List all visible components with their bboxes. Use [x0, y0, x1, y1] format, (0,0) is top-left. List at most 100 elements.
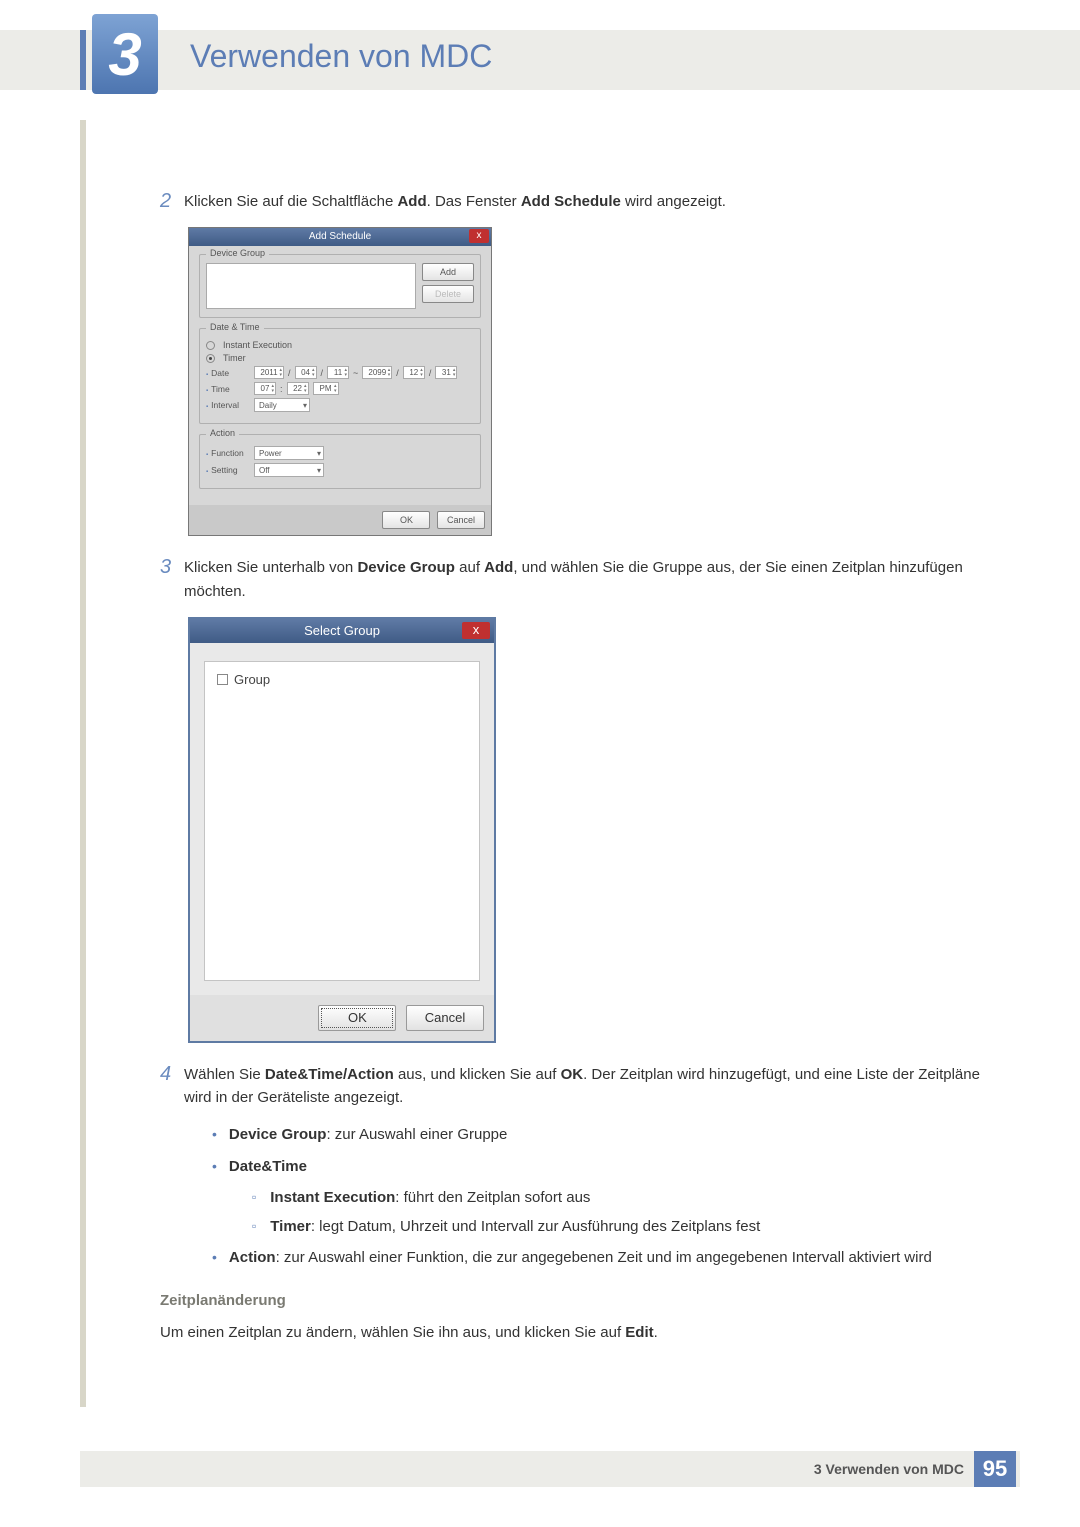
sep: /: [396, 368, 399, 378]
dialog-titlebar: Add Schedule x: [189, 228, 491, 246]
close-icon[interactable]: x: [469, 229, 489, 243]
text: Klicken Sie auf die Schaltfläche: [184, 193, 397, 210]
step-number: 4: [160, 1063, 184, 1110]
chapter-number-badge: 3: [92, 14, 158, 94]
device-group-panel: Device Group Add Delete: [199, 254, 481, 318]
time-label: Time: [206, 384, 250, 394]
header-accent: [80, 30, 86, 90]
text: aus, und klicken Sie auf: [394, 1066, 561, 1083]
colon: :: [280, 384, 283, 394]
date-to-month[interactable]: 12: [403, 366, 425, 379]
bold: Date&Time/Action: [265, 1066, 394, 1083]
interval-select[interactable]: Daily: [254, 398, 310, 412]
date-from-month[interactable]: 04: [295, 366, 317, 379]
panel-legend: Date & Time: [206, 322, 264, 332]
bold: Edit: [625, 1324, 653, 1341]
text: : zur Auswahl einer Gruppe: [326, 1126, 507, 1143]
bold: Action: [229, 1249, 276, 1266]
dialog-body: Device Group Add Delete Date & Time Inst…: [189, 246, 491, 505]
time-minute[interactable]: 22: [287, 382, 309, 395]
interval-label: Interval: [206, 400, 250, 410]
header-bar: [0, 30, 1080, 90]
bullet-action: Action: zur Auswahl einer Funktion, die …: [212, 1246, 980, 1269]
text: : zur Auswahl einer Funktion, die zur an…: [276, 1249, 932, 1266]
setting-label: Setting: [206, 465, 250, 475]
device-group-list[interactable]: [206, 263, 416, 309]
step-number: 2: [160, 190, 184, 213]
dialog-title: Select Group: [304, 623, 380, 638]
step-number: 3: [160, 556, 184, 603]
bold: OK: [561, 1066, 584, 1083]
bold: Timer: [270, 1218, 311, 1235]
function-label: Function: [206, 448, 250, 458]
cancel-button[interactable]: Cancel: [437, 511, 485, 529]
bold: Device Group: [229, 1126, 327, 1143]
dialog-footer: OK Cancel: [190, 995, 494, 1041]
chapter-title: Verwenden von MDC: [190, 38, 492, 75]
step-2: 2 Klicken Sie auf die Schaltfläche Add. …: [160, 190, 980, 213]
group-tree[interactable]: Group: [204, 661, 480, 981]
action-panel: Action Function Power Setting Off: [199, 434, 481, 489]
text: . Das Fenster: [427, 193, 521, 210]
dialog-footer: OK Cancel: [189, 505, 491, 535]
cancel-button[interactable]: Cancel: [406, 1005, 484, 1031]
step-text: Klicken Sie unterhalb von Device Group a…: [184, 556, 980, 603]
page-footer: 3 Verwenden von MDC 95: [80, 1451, 1020, 1487]
bullet-date-time: Date&Time: [212, 1155, 980, 1178]
select-group-screenshot: Select Group x Group OK Cancel: [188, 617, 980, 1043]
sep: /: [321, 368, 324, 378]
panel-legend: Device Group: [206, 248, 269, 258]
text: Um einen Zeitplan zu ändern, wählen Sie …: [160, 1324, 625, 1341]
panel-legend: Action: [206, 428, 239, 438]
sep: /: [429, 368, 432, 378]
add-schedule-screenshot: Add Schedule x Device Group Add Delete: [188, 227, 980, 536]
radio-instant[interactable]: [206, 341, 215, 350]
text: : legt Datum, Uhrzeit und Intervall zur …: [311, 1218, 760, 1235]
tree-collapse-icon[interactable]: [217, 674, 228, 685]
date-from-year[interactable]: 2011: [254, 366, 284, 379]
bold: Add: [397, 193, 426, 210]
ok-button[interactable]: OK: [318, 1005, 396, 1031]
delete-button[interactable]: Delete: [422, 285, 474, 303]
radio-label: Instant Execution: [223, 340, 292, 350]
date-to-day[interactable]: 31: [435, 366, 457, 379]
close-icon[interactable]: x: [462, 622, 490, 639]
setting-select[interactable]: Off: [254, 463, 324, 477]
add-button[interactable]: Add: [422, 263, 474, 281]
date-to-year[interactable]: 2099: [362, 366, 392, 379]
bold: Add Schedule: [521, 193, 621, 210]
dialog-title: Add Schedule: [309, 231, 371, 242]
page-number: 95: [974, 1451, 1016, 1487]
subbullet-timer: Timer: legt Datum, Uhrzeit und Intervall…: [252, 1215, 980, 1238]
date-time-panel: Date & Time Instant Execution Timer Date…: [199, 328, 481, 424]
bold: Device Group: [357, 559, 455, 576]
text: auf: [455, 559, 484, 576]
tree-root-label: Group: [234, 672, 270, 687]
add-schedule-dialog: Add Schedule x Device Group Add Delete: [188, 227, 492, 536]
time-hour[interactable]: 07: [254, 382, 276, 395]
step-4: 4 Wählen Sie Date&Time/Action aus, und k…: [160, 1063, 980, 1110]
step-text: Klicken Sie auf die Schaltfläche Add. Da…: [184, 190, 980, 213]
select-group-dialog: Select Group x Group OK Cancel: [188, 617, 496, 1043]
radio-label: Timer: [223, 353, 246, 363]
text: Klicken Sie unterhalb von: [184, 559, 357, 576]
radio-timer[interactable]: [206, 354, 215, 363]
time-ampm[interactable]: PM: [313, 382, 339, 395]
step-3: 3 Klicken Sie unterhalb von Device Group…: [160, 556, 980, 603]
ok-button[interactable]: OK: [382, 511, 430, 529]
tilde: ~: [353, 368, 358, 378]
date-from-day[interactable]: 11: [327, 366, 349, 379]
footer-text: 3 Verwenden von MDC: [814, 1461, 964, 1477]
edit-instruction: Um einen Zeitplan zu ändern, wählen Sie …: [160, 1321, 980, 1344]
function-select[interactable]: Power: [254, 446, 324, 460]
bold: Date&Time: [229, 1158, 307, 1175]
text: Wählen Sie: [184, 1066, 265, 1083]
subsection-heading: Zeitplanänderung: [160, 1292, 980, 1309]
step-text: Wählen Sie Date&Time/Action aus, und kli…: [184, 1063, 980, 1110]
sep: /: [288, 368, 291, 378]
text: : führt den Zeitplan sofort aus: [395, 1189, 590, 1206]
left-margin-rail: [80, 120, 86, 1407]
bold: Add: [484, 559, 513, 576]
subbullet-instant: Instant Execution: führt den Zeitplan so…: [252, 1186, 980, 1209]
dialog-titlebar: Select Group x: [190, 619, 494, 643]
